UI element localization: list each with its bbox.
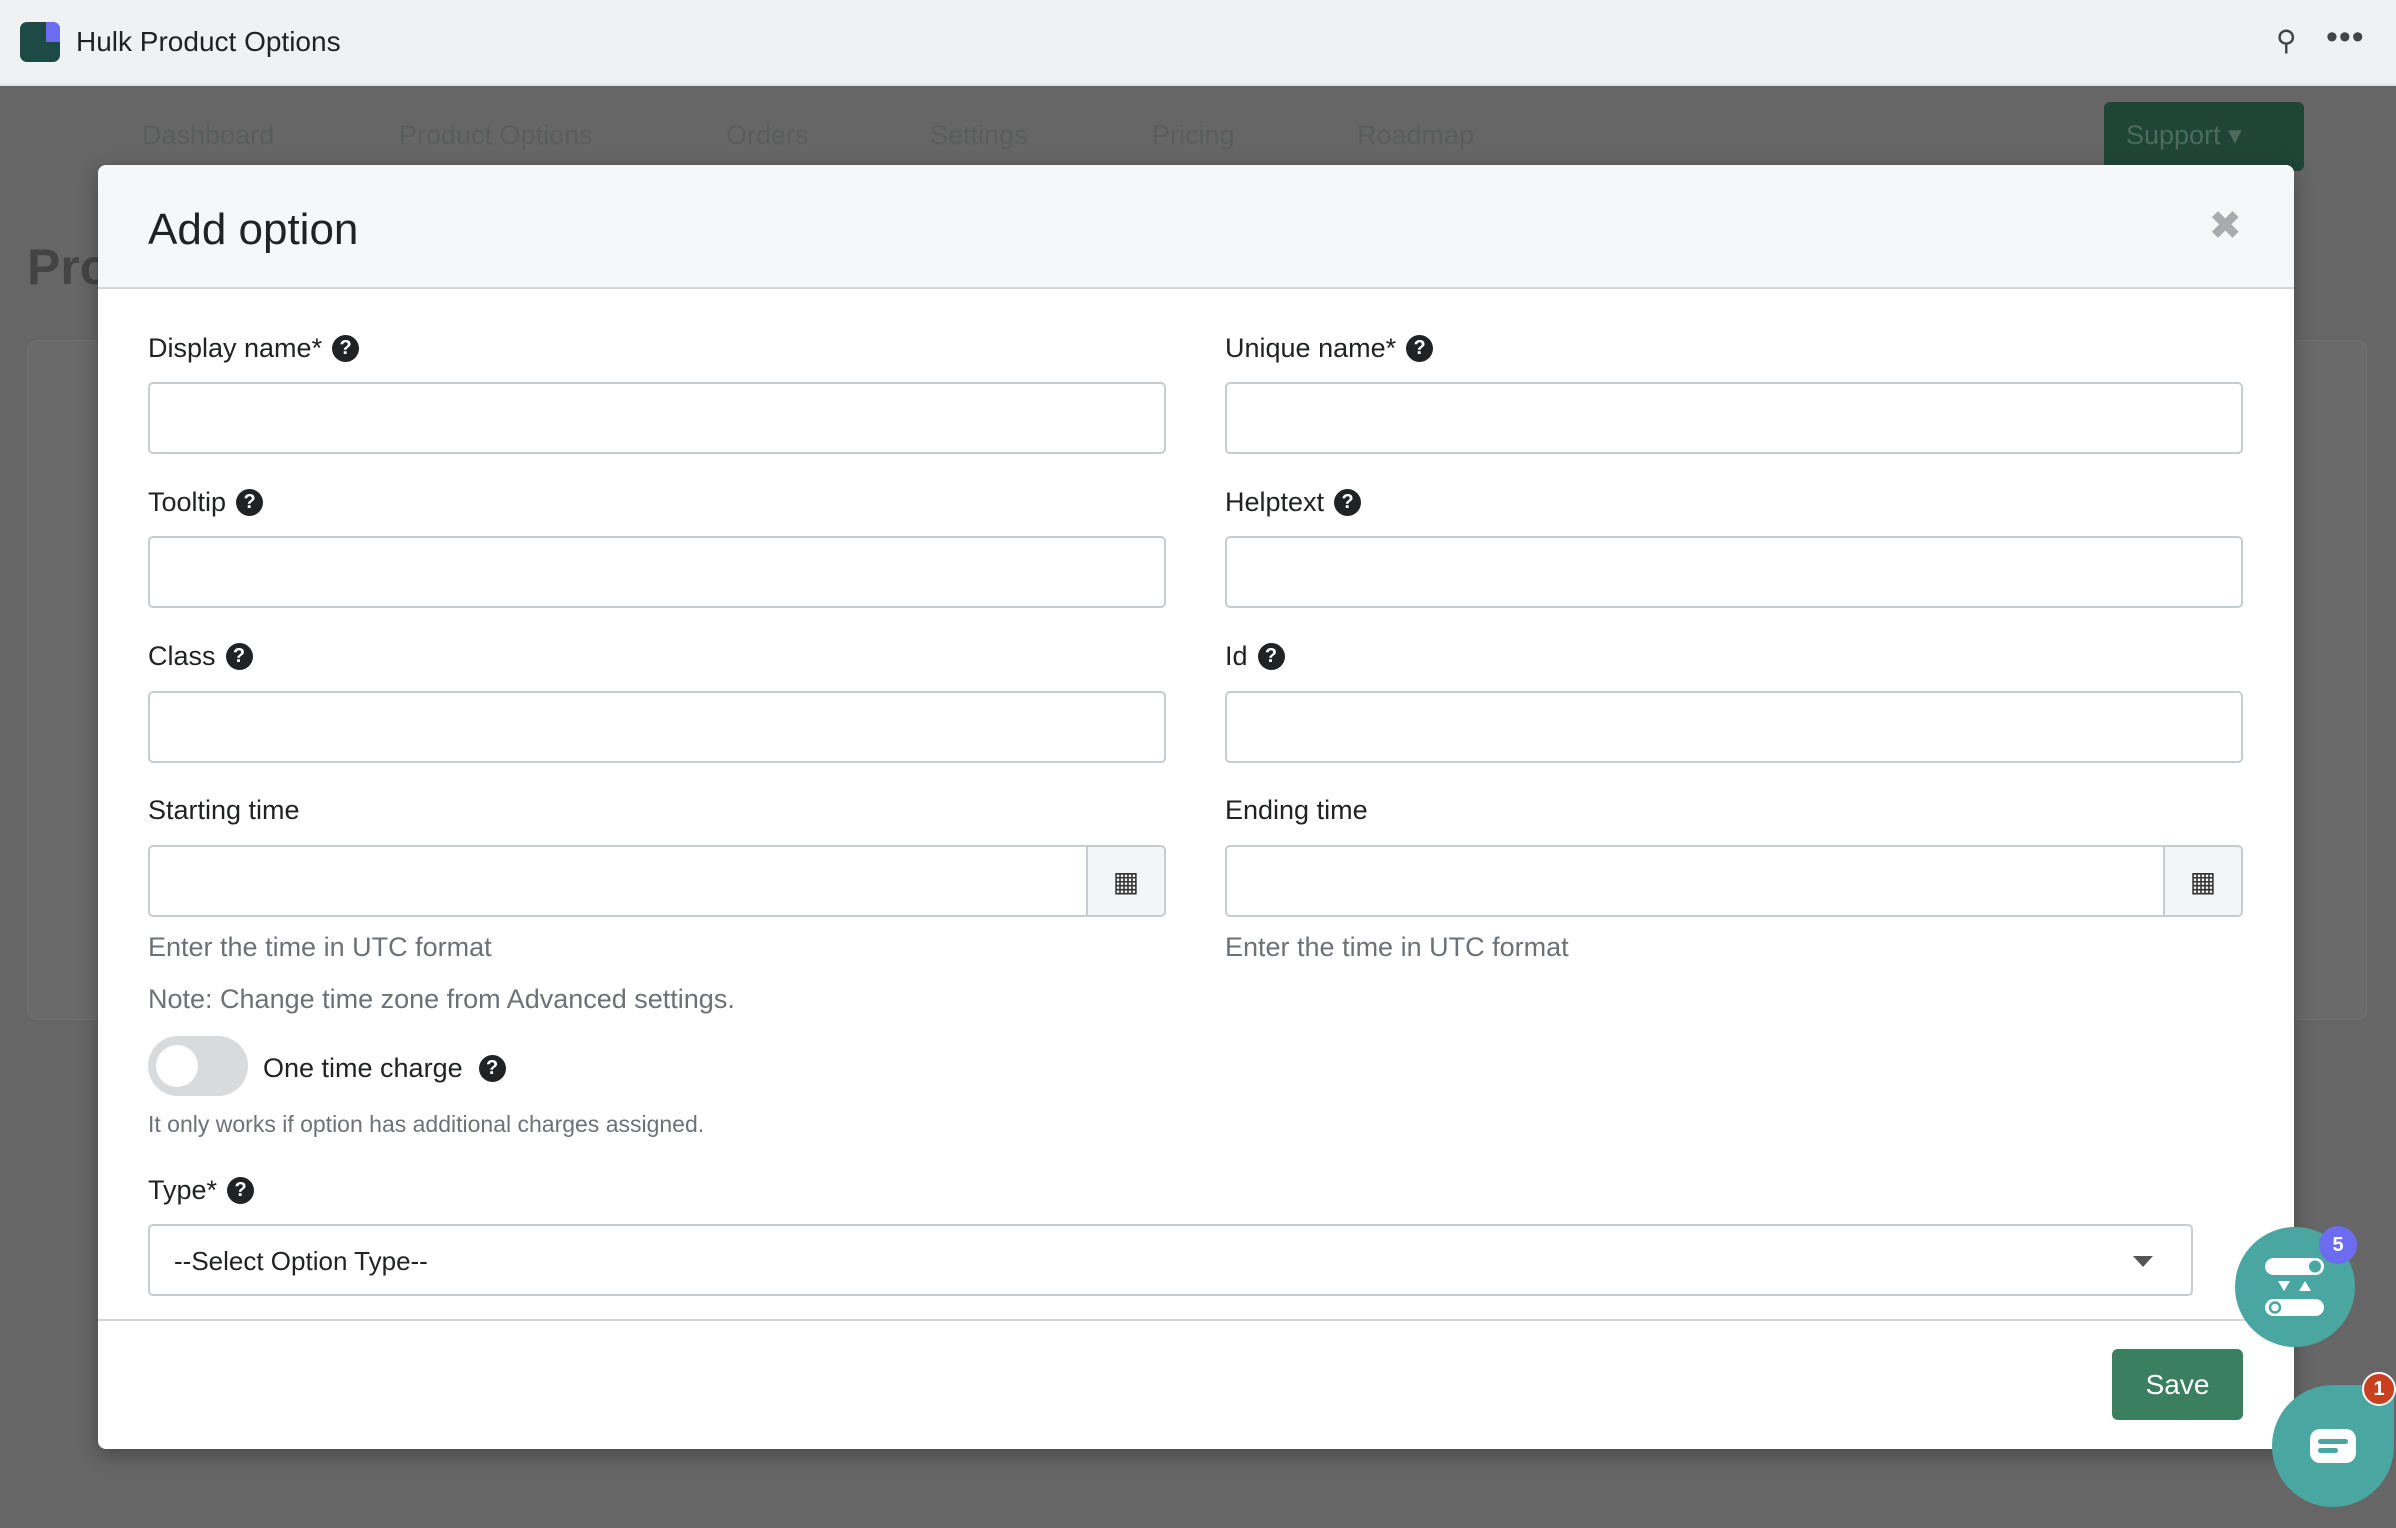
id-label-text: Id — [1225, 641, 1248, 671]
nav-pricing: Pricing — [1152, 120, 1235, 150]
help-icon[interactable]: ? — [227, 1177, 255, 1204]
app-logo-icon — [20, 22, 60, 62]
one-time-charge-label-text: One time charge — [263, 1053, 463, 1083]
app-title: Hulk Product Options — [76, 26, 341, 57]
display-name-label: Display name*? — [148, 333, 360, 364]
modal-title: Add option — [148, 205, 359, 254]
type-select[interactable]: --Select Option Type-- — [148, 1224, 2193, 1296]
calendar-icon[interactable]: ▦ — [2163, 845, 2243, 917]
id-input[interactable] — [1225, 691, 2243, 763]
id-label: Id? — [1225, 641, 1285, 672]
tooltip-input[interactable] — [148, 536, 1166, 608]
one-time-charge-help: It only works if option has additional c… — [148, 1111, 705, 1137]
calendar-icon[interactable]: ▦ — [1086, 845, 1166, 917]
class-label-text: Class — [148, 641, 216, 671]
nav-orders: Orders — [726, 120, 809, 150]
help-icon[interactable]: ? — [1257, 643, 1285, 670]
save-button[interactable]: Save — [2112, 1349, 2243, 1420]
unique-name-label: Unique name*? — [1225, 333, 1434, 364]
add-option-modal: Add option ✖ Display name*? Unique name*… — [98, 165, 2294, 1449]
type-selected-value: --Select Option Type-- — [174, 1246, 428, 1276]
help-icon[interactable]: ? — [332, 335, 360, 362]
tooltip-label: Tooltip? — [148, 487, 264, 518]
starting-time-input[interactable] — [148, 845, 1088, 917]
type-label: Type*? — [148, 1175, 255, 1206]
nav-product-options: Product Options — [399, 120, 593, 150]
tooltip-label-text: Tooltip — [148, 487, 227, 517]
options-count-badge: 5 — [2319, 1226, 2357, 1264]
footer-divider — [98, 1319, 2294, 1321]
unique-name-label-text: Unique name* — [1225, 333, 1397, 363]
type-label-text: Type* — [148, 1175, 218, 1205]
help-icon[interactable]: ? — [1334, 489, 1362, 516]
timezone-note: Note: Change time zone from Advanced set… — [148, 984, 735, 1014]
helptext-input[interactable] — [1225, 536, 2243, 608]
display-name-label-text: Display name* — [148, 333, 323, 363]
ending-time-help: Enter the time in UTC format — [1225, 932, 1569, 962]
nav-roadmap: Roadmap — [1357, 120, 1475, 150]
helptext-label-text: Helptext — [1225, 487, 1325, 517]
display-name-input[interactable] — [148, 382, 1166, 454]
helptext-label: Helptext? — [1225, 487, 1362, 518]
class-label: Class? — [148, 641, 253, 672]
modal-header: Add option ✖ — [98, 165, 2294, 289]
support-label: Support — [2126, 120, 2221, 150]
help-icon[interactable]: ? — [236, 489, 264, 516]
nav-settings: Settings — [930, 120, 1028, 150]
help-icon[interactable]: ? — [478, 1055, 506, 1082]
pin-icon[interactable]: ⚲ — [2276, 24, 2297, 57]
starting-time-help: Enter the time in UTC format — [148, 932, 492, 962]
help-icon[interactable]: ? — [225, 643, 253, 670]
unique-name-input[interactable] — [1225, 382, 2243, 454]
support-button: Support ▾ — [2104, 102, 2304, 171]
starting-time-label: Starting time — [148, 795, 300, 825]
one-time-charge-toggle[interactable] — [148, 1036, 248, 1096]
ending-time-label: Ending time — [1225, 795, 1368, 825]
nav-dashboard: Dashboard — [142, 120, 275, 150]
one-time-charge-label: One time charge? — [263, 1053, 506, 1084]
class-input[interactable] — [148, 691, 1166, 763]
help-icon[interactable]: ? — [1406, 335, 1434, 362]
ending-time-input[interactable] — [1225, 845, 2165, 917]
chevron-down-icon — [2133, 1256, 2153, 1267]
close-icon[interactable]: ✖ — [2208, 203, 2242, 249]
more-options-icon[interactable]: ••• — [2326, 18, 2365, 57]
chat-notification-badge: 1 — [2362, 1372, 2396, 1406]
app-title-bar: Hulk Product Options ⚲ ••• — [0, 0, 2396, 86]
